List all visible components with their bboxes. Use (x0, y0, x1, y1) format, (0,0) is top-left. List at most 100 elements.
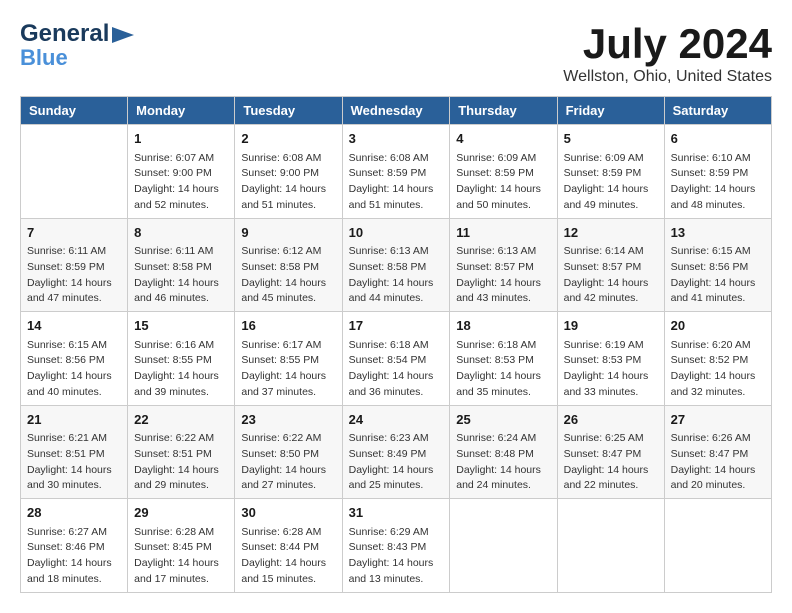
day-info-line: and 33 minutes. (564, 385, 658, 401)
day-info-line: Daylight: 14 hours (564, 182, 658, 198)
day-info-line: Sunset: 8:49 PM (349, 447, 444, 463)
day-info-line: Sunrise: 6:29 AM (349, 525, 444, 541)
day-info-line: and 46 minutes. (134, 291, 228, 307)
day-info-line: Sunrise: 6:15 AM (27, 338, 121, 354)
day-number: 12 (564, 223, 658, 243)
day-info-line: and 43 minutes. (456, 291, 550, 307)
day-info-line: Daylight: 14 hours (349, 182, 444, 198)
day-info-line: Sunrise: 6:22 AM (241, 431, 335, 447)
table-row: 10Sunrise: 6:13 AMSunset: 8:58 PMDayligh… (342, 218, 450, 312)
week-row-4: 21Sunrise: 6:21 AMSunset: 8:51 PMDayligh… (21, 405, 772, 499)
day-number: 19 (564, 316, 658, 336)
day-info-line: Daylight: 14 hours (27, 369, 121, 385)
day-number: 16 (241, 316, 335, 336)
day-info-line: and 17 minutes. (134, 572, 228, 588)
day-info-line: Sunrise: 6:25 AM (564, 431, 658, 447)
day-info-line: and 39 minutes. (134, 385, 228, 401)
day-info-line: Sunrise: 6:13 AM (456, 244, 550, 260)
day-info-line: Sunset: 8:59 PM (671, 166, 765, 182)
day-info-line: Sunrise: 6:13 AM (349, 244, 444, 260)
day-info-line: and 29 minutes. (134, 478, 228, 494)
table-row: 27Sunrise: 6:26 AMSunset: 8:47 PMDayligh… (664, 405, 771, 499)
day-info-line: Daylight: 14 hours (241, 369, 335, 385)
table-row: 4Sunrise: 6:09 AMSunset: 8:59 PMDaylight… (450, 125, 557, 219)
col-tuesday: Tuesday (235, 97, 342, 125)
day-info-line: Sunset: 8:52 PM (671, 353, 765, 369)
table-row: 1Sunrise: 6:07 AMSunset: 9:00 PMDaylight… (128, 125, 235, 219)
day-info-line: Sunset: 8:59 PM (27, 260, 121, 276)
col-thursday: Thursday (450, 97, 557, 125)
table-row: 31Sunrise: 6:29 AMSunset: 8:43 PMDayligh… (342, 499, 450, 593)
day-info-line: Sunrise: 6:09 AM (564, 151, 658, 167)
logo: General Blue (20, 20, 134, 71)
day-info-line: Sunrise: 6:18 AM (349, 338, 444, 354)
day-info-line: Sunset: 8:54 PM (349, 353, 444, 369)
day-info-line: and 49 minutes. (564, 198, 658, 214)
day-number: 20 (671, 316, 765, 336)
day-info-line: Daylight: 14 hours (564, 369, 658, 385)
day-info-line: Sunrise: 6:10 AM (671, 151, 765, 167)
day-info-line: Sunrise: 6:20 AM (671, 338, 765, 354)
table-row: 5Sunrise: 6:09 AMSunset: 8:59 PMDaylight… (557, 125, 664, 219)
page-header: General Blue July 2024 Wellston, Ohio, U… (20, 20, 772, 86)
day-info-line: Sunset: 8:53 PM (564, 353, 658, 369)
table-row: 22Sunrise: 6:22 AMSunset: 8:51 PMDayligh… (128, 405, 235, 499)
day-info-line: Daylight: 14 hours (241, 463, 335, 479)
table-row: 23Sunrise: 6:22 AMSunset: 8:50 PMDayligh… (235, 405, 342, 499)
day-number: 18 (456, 316, 550, 336)
day-info-line: Sunset: 8:56 PM (27, 353, 121, 369)
title-block: July 2024 Wellston, Ohio, United States (563, 20, 772, 86)
day-info-line: Daylight: 14 hours (671, 182, 765, 198)
day-info-line: and 22 minutes. (564, 478, 658, 494)
table-row: 16Sunrise: 6:17 AMSunset: 8:55 PMDayligh… (235, 312, 342, 406)
day-info-line: Daylight: 14 hours (456, 463, 550, 479)
day-info-line: Sunrise: 6:08 AM (241, 151, 335, 167)
day-info-line: and 24 minutes. (456, 478, 550, 494)
day-info-line: Sunrise: 6:16 AM (134, 338, 228, 354)
col-sunday: Sunday (21, 97, 128, 125)
table-row (450, 499, 557, 593)
day-info-line: and 18 minutes. (27, 572, 121, 588)
day-info-line: Sunrise: 6:22 AM (134, 431, 228, 447)
table-row: 9Sunrise: 6:12 AMSunset: 8:58 PMDaylight… (235, 218, 342, 312)
day-number: 31 (349, 503, 444, 523)
day-number: 28 (27, 503, 121, 523)
day-info-line: Sunrise: 6:26 AM (671, 431, 765, 447)
day-info-line: Sunset: 8:47 PM (671, 447, 765, 463)
day-number: 24 (349, 410, 444, 430)
day-number: 23 (241, 410, 335, 430)
day-info-line: and 42 minutes. (564, 291, 658, 307)
day-info-line: Daylight: 14 hours (349, 276, 444, 292)
day-info-line: Daylight: 14 hours (349, 369, 444, 385)
day-info-line: Sunrise: 6:19 AM (564, 338, 658, 354)
day-info-line: Daylight: 14 hours (456, 182, 550, 198)
day-number: 13 (671, 223, 765, 243)
week-row-3: 14Sunrise: 6:15 AMSunset: 8:56 PMDayligh… (21, 312, 772, 406)
day-info-line: Sunset: 8:45 PM (134, 540, 228, 556)
day-number: 29 (134, 503, 228, 523)
day-number: 27 (671, 410, 765, 430)
table-row: 15Sunrise: 6:16 AMSunset: 8:55 PMDayligh… (128, 312, 235, 406)
day-info-line: and 47 minutes. (27, 291, 121, 307)
day-info-line: and 40 minutes. (27, 385, 121, 401)
day-info-line: Sunrise: 6:11 AM (134, 244, 228, 260)
day-info-line: and 45 minutes. (241, 291, 335, 307)
day-number: 30 (241, 503, 335, 523)
day-info-line: Sunset: 8:55 PM (134, 353, 228, 369)
day-info-line: Sunrise: 6:21 AM (27, 431, 121, 447)
day-info-line: and 44 minutes. (349, 291, 444, 307)
day-info-line: Sunset: 8:55 PM (241, 353, 335, 369)
day-info-line: and 48 minutes. (671, 198, 765, 214)
calendar-header-row: Sunday Monday Tuesday Wednesday Thursday… (21, 97, 772, 125)
day-info-line: Sunrise: 6:07 AM (134, 151, 228, 167)
day-info-line: and 32 minutes. (671, 385, 765, 401)
day-info-line: Sunset: 8:59 PM (349, 166, 444, 182)
table-row: 6 Sunrise: 6:10 AMSunset: 8:59 PMDaylight… (664, 125, 771, 219)
table-row: 12Sunrise: 6:14 AMSunset: 8:57 PMDayligh… (557, 218, 664, 312)
day-info-line: Sunset: 8:44 PM (241, 540, 335, 556)
day-info-line: Sunset: 9:00 PM (134, 166, 228, 182)
day-info-line: Daylight: 14 hours (456, 369, 550, 385)
day-number: 2 (241, 129, 335, 149)
day-info-line: and 15 minutes. (241, 572, 335, 588)
day-number: 6 (671, 129, 765, 149)
